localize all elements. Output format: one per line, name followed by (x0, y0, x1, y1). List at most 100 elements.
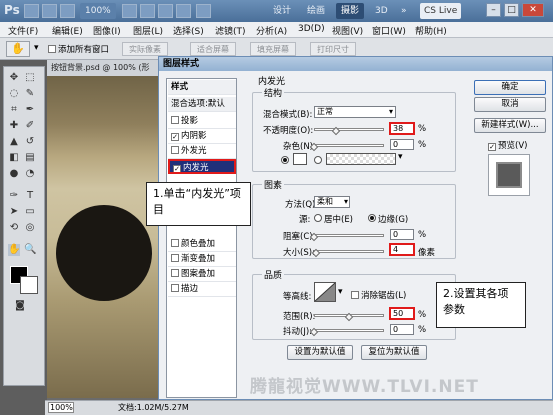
opacity-slider[interactable] (314, 128, 384, 131)
make-default-button[interactable]: 设置为默认值 (287, 345, 353, 360)
print-size-button[interactable]: 打印尺寸 (310, 42, 356, 56)
quick-mask-icon[interactable]: ◙ (14, 300, 26, 312)
healing-brush-icon[interactable]: ✚ (8, 120, 20, 132)
fit-screen-button[interactable]: 适合屏幕 (190, 42, 236, 56)
pen-tool-icon[interactable]: ✑ (8, 190, 20, 202)
contour-picker[interactable] (314, 282, 336, 302)
restore-icon[interactable]: □ (504, 3, 519, 17)
source-center-radio[interactable] (314, 214, 322, 222)
chevron-down-icon[interactable]: ▾ (398, 152, 403, 162)
preview-checkbox[interactable]: ✓ 预览(V) (488, 139, 527, 151)
fill-screen-button[interactable]: 填充屏幕 (250, 42, 296, 56)
anti-alias-checkbox[interactable]: 消除锯齿(L) (351, 289, 406, 301)
dodge-tool-icon[interactable]: ◔ (24, 168, 36, 180)
arrange-documents-icon[interactable] (176, 4, 191, 18)
size-slider[interactable] (314, 250, 384, 253)
style-item-gradient-overlay[interactable]: 渐变叠加 (168, 252, 236, 267)
hand-tool-icon[interactable]: ✋ (8, 244, 20, 256)
minibridge-icon[interactable] (42, 4, 57, 18)
bridge-icon[interactable] (24, 4, 39, 18)
style-list-header[interactable]: 样式 (168, 80, 236, 95)
brush-tool-icon[interactable]: ✐ (24, 120, 36, 132)
color-overlay-checkbox[interactable] (171, 239, 179, 247)
marquee-tool-icon[interactable]: ⬚ (24, 72, 36, 84)
menu-file[interactable]: 文件(F) (8, 24, 38, 37)
move-tool-icon[interactable]: ✥ (8, 72, 20, 84)
gradient-overlay-checkbox[interactable] (171, 254, 179, 262)
blending-options-item[interactable]: 混合选项:默认 (168, 97, 236, 112)
blur-tool-icon[interactable]: ● (8, 168, 20, 180)
close-icon[interactable]: ✕ (522, 3, 544, 17)
lasso-tool-icon[interactable]: ◌ (8, 88, 20, 100)
noise-input[interactable]: 0 (390, 139, 414, 150)
menu-layer[interactable]: 图层(L) (133, 24, 163, 37)
menu-edit[interactable]: 编辑(E) (52, 24, 83, 37)
zoom-tool-icon[interactable] (140, 4, 155, 18)
more-workspaces[interactable]: » (396, 3, 412, 19)
style-item-pattern-overlay[interactable]: 图案叠加 (168, 267, 236, 282)
hand-icon[interactable] (122, 4, 137, 18)
3d-orbit-icon[interactable]: ◎ (24, 222, 36, 234)
crop-tool-icon[interactable]: ⌗ (8, 104, 20, 116)
clone-stamp-icon[interactable]: ▲ (8, 136, 20, 148)
background-color-swatch[interactable] (20, 276, 38, 294)
technique-select[interactable]: 柔和 ▾ (314, 196, 350, 208)
minimize-icon[interactable]: – (486, 3, 501, 17)
menu-analysis[interactable]: 分析(A) (256, 24, 287, 37)
pattern-overlay-checkbox[interactable] (171, 269, 179, 277)
style-item-color-overlay[interactable]: 颜色叠加 (168, 237, 236, 252)
new-style-button[interactable]: 新建样式(W)... (474, 118, 546, 133)
style-item-outer-glow[interactable]: 外发光 (168, 144, 236, 159)
menu-window[interactable]: 窗口(W) (372, 24, 406, 37)
scroll-all-windows-checkbox[interactable]: 添加所有窗口 (48, 43, 109, 55)
style-item-drop-shadow[interactable]: 投影 (168, 114, 236, 129)
tool-preset-hand-icon[interactable]: ✋ (6, 41, 30, 57)
document-tab[interactable]: 按钮背景.psd @ 100% (形 (47, 60, 160, 76)
choke-input[interactable]: 0 (390, 229, 414, 240)
quick-select-icon[interactable]: ✎ (24, 88, 36, 100)
history-brush-icon[interactable]: ↺ (24, 136, 36, 148)
inner-glow-checkbox[interactable]: ✓ (173, 165, 181, 172)
menu-image[interactable]: 图像(I) (93, 24, 121, 37)
menu-select[interactable]: 选择(S) (173, 24, 204, 37)
blend-mode-select[interactable]: 正常 ▾ (314, 106, 396, 118)
menu-filter[interactable]: 滤镜(T) (215, 24, 246, 37)
gradient-tool-icon[interactable]: ▤ (24, 152, 36, 164)
type-tool-icon[interactable]: T (24, 190, 36, 202)
workspace-3d[interactable]: 3D (370, 3, 393, 19)
path-select-icon[interactable]: ➤ (8, 206, 20, 218)
shape-tool-icon[interactable]: ▭ (24, 206, 36, 218)
workspace-painting[interactable]: 绘画 (302, 3, 330, 19)
gradient-radio[interactable] (314, 156, 322, 164)
inner-shadow-checkbox[interactable]: ✓ (171, 133, 179, 141)
source-edge-radio[interactable] (368, 214, 376, 222)
color-radio[interactable] (281, 156, 289, 164)
menu-view[interactable]: 视图(V) (332, 24, 363, 37)
actual-pixels-button[interactable]: 实际像素 (122, 42, 168, 56)
jitter-input[interactable]: 0 (390, 324, 414, 335)
jitter-slider[interactable] (314, 329, 384, 332)
cancel-button[interactable]: 取消 (474, 97, 546, 112)
chevron-down-icon[interactable]: ▾ (34, 43, 39, 53)
menu-3d[interactable]: 3D(D) (298, 24, 325, 34)
guides-icon[interactable] (60, 4, 75, 18)
chevron-down-icon[interactable]: ▾ (338, 287, 343, 297)
style-item-inner-glow[interactable]: ✓ 内发光 (168, 159, 236, 174)
rotate-view-icon[interactable] (158, 4, 173, 18)
style-item-stroke[interactable]: 描边 (168, 282, 236, 297)
range-input[interactable]: 50 (389, 307, 415, 320)
eyedropper-icon[interactable]: ✒ (24, 104, 36, 116)
zoom-select[interactable]: 100% (80, 3, 116, 19)
eraser-tool-icon[interactable]: ◧ (8, 152, 20, 164)
3d-rotate-icon[interactable]: ⟲ (8, 222, 20, 234)
size-input[interactable]: 4 (389, 243, 415, 256)
noise-slider[interactable] (314, 144, 384, 147)
screen-mode-icon[interactable] (196, 4, 211, 18)
choke-slider[interactable] (314, 234, 384, 237)
cs-live-button[interactable]: CS Live (420, 3, 462, 19)
workspace-photography[interactable]: 摄影 (336, 3, 365, 19)
glow-gradient-picker[interactable] (326, 153, 396, 165)
drop-shadow-checkbox[interactable] (171, 116, 179, 124)
zoom-tool-icon-2[interactable]: 🔍 (24, 244, 36, 256)
menu-help[interactable]: 帮助(H) (415, 24, 447, 37)
